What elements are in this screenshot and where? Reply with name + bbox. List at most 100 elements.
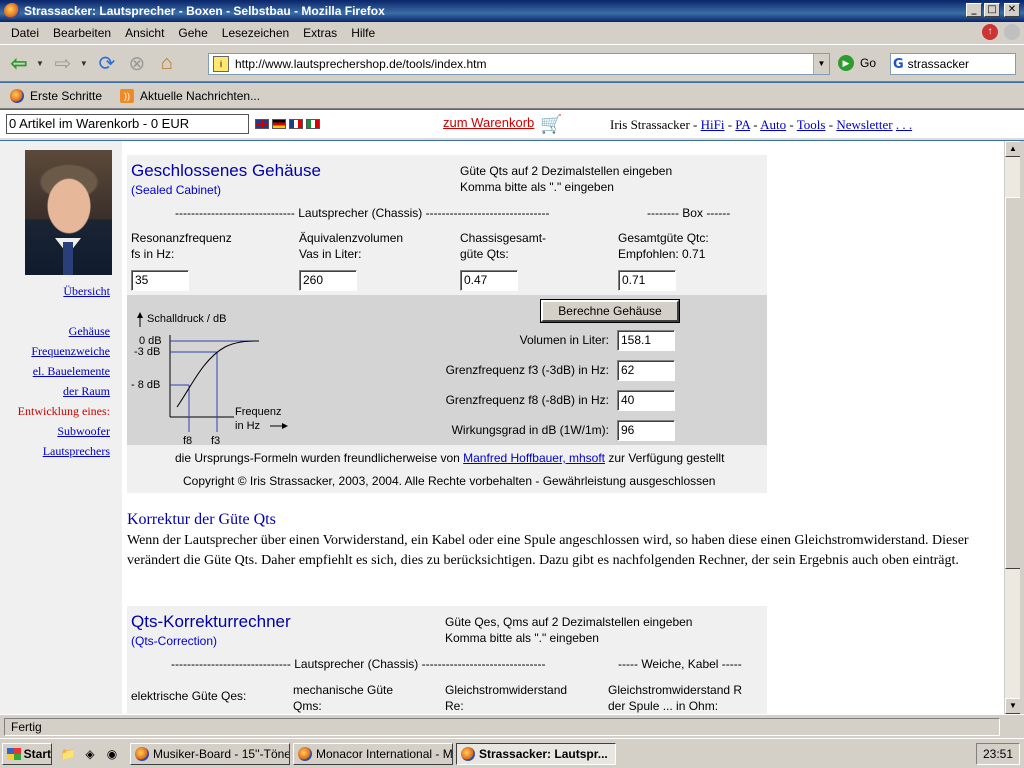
x-axis-arrowhead [282, 423, 288, 429]
author-photo [25, 150, 112, 275]
page-top-frame: 0 Artikel im Warenkorb - 0 EUR zum Waren… [0, 110, 1024, 140]
reload-icon[interactable]: ⟳ [94, 50, 120, 76]
bookmark-label: Aktuelle Nachrichten... [140, 88, 261, 103]
update-icon[interactable]: ↑ [982, 24, 998, 40]
back-arrow-icon[interactable]: ⇦ [6, 50, 32, 76]
task-label: Strassacker: Lautspr... [479, 747, 608, 761]
label-line: güte Qts: [460, 247, 509, 261]
sidebar-link-lautsprechers[interactable]: Lautsprechers [18, 441, 110, 461]
calculate-cabinet-button[interactable]: Berechne Gehäuse [540, 299, 680, 323]
nav-link-auto[interactable]: Auto [760, 117, 786, 132]
task-musiker-board[interactable]: Musiker-Board - 15''-Töne... [130, 743, 290, 765]
minimize-button[interactable]: _ [966, 3, 982, 17]
firefox-icon [298, 747, 312, 761]
note-line: Güte Qts auf 2 Dezimalstellen eingeben [460, 164, 673, 178]
stop-icon[interactable]: ⊗ [124, 50, 150, 76]
menu-datei[interactable]: Datei [4, 26, 46, 40]
label-line: fs in Hz: [131, 247, 175, 261]
credit-link-hoffbauer[interactable]: Manfred Hoffbauer, mhsoft [463, 451, 605, 465]
label-line: Gleichstromwiderstand R [608, 683, 743, 697]
firefox-quicklaunch-icon[interactable]: ◉ [104, 747, 120, 761]
shopping-cart-icon[interactable]: 🛒 [540, 114, 562, 134]
rss-icon: )) [120, 88, 135, 103]
back-dropdown-icon[interactable]: ▼ [36, 59, 44, 68]
task-monacor[interactable]: Monacor International - M... [293, 743, 453, 765]
frequency-response-diagram: Schalldruck / dB 0 dB -3 dB - 8 dB f8 f3… [131, 312, 288, 447]
sidebar-link-uebersicht[interactable]: Übersicht [63, 281, 110, 301]
menu-hilfe[interactable]: Hilfe [344, 26, 382, 40]
menu-extras[interactable]: Extras [296, 26, 344, 40]
result-label-f8: Grenzfrequenz f8 (-8dB) in Hz: [445, 393, 609, 407]
url-dropdown-icon[interactable]: ▼ [813, 54, 829, 74]
result-label-efficiency: Wirkungsgrad in dB (1W/1m): [451, 423, 609, 437]
folder-icon[interactable]: 📁 [60, 747, 76, 761]
url-input[interactable]: http://www.lautsprechershop.de/tools/ind… [235, 57, 813, 71]
calculator-title: Geschlossenes Gehäuse [131, 161, 321, 180]
cart-summary-field[interactable]: 0 Artikel im Warenkorb - 0 EUR [6, 114, 249, 134]
flag-de-icon[interactable] [272, 119, 286, 129]
menu-lesezeichen[interactable]: Lesezeichen [215, 26, 296, 40]
vertical-scrollbar[interactable]: ▲ ▼ [1004, 141, 1021, 714]
sidebar-heading-entwicklung: Entwicklung eines: [17, 404, 110, 418]
label-line: elektrische Güte Qes: [131, 689, 247, 703]
result-label-f3: Grenzfrequenz f3 (-3dB) in Hz: [445, 363, 609, 377]
flag-it-icon[interactable] [306, 119, 320, 129]
f3-output[interactable]: 62 [617, 360, 675, 381]
qtc-input[interactable]: 0.71 [618, 270, 676, 291]
scroll-up-icon[interactable]: ▲ [1005, 141, 1021, 157]
bookmark-aktuelle-nachrichten[interactable]: )) Aktuelle Nachrichten... [120, 88, 261, 103]
menu-bearbeiten[interactable]: Bearbeiten [46, 26, 118, 40]
task-strassacker[interactable]: Strassacker: Lautspr... [456, 743, 616, 765]
page-favicon-icon: i [213, 56, 229, 72]
credit-text: zur Verfügung gestellt [605, 451, 725, 465]
maximize-button[interactable]: □ [984, 3, 1000, 17]
forward-arrow-icon[interactable]: ⇨ [50, 50, 76, 76]
go-button[interactable]: ▶ Go [838, 55, 876, 71]
cart-link[interactable]: zum Warenkorb [443, 115, 534, 130]
efficiency-output[interactable]: 96 [617, 420, 675, 441]
label-3db: -3 dB [134, 346, 160, 358]
nav-link-more[interactable]: . . . [896, 117, 912, 132]
task-label: Musiker-Board - 15''-Töne... [153, 747, 290, 761]
quicklaunch-icon[interactable]: ◈ [82, 747, 98, 761]
qts-input[interactable]: 0.47 [460, 270, 518, 291]
menu-ansicht[interactable]: Ansicht [118, 26, 171, 40]
field-label-vas: Äquivalenzvolumen Vas in Liter: [299, 230, 403, 262]
field-label-qms: mechanische Güte Qms: [293, 682, 393, 714]
nav-link-hifi[interactable]: HiFi [701, 117, 725, 132]
flag-uk-icon[interactable] [255, 119, 269, 129]
nav-link-tools[interactable]: Tools [797, 117, 826, 132]
flag-fr-icon[interactable] [289, 119, 303, 129]
search-box[interactable]: G strassacker [890, 53, 1016, 75]
home-icon[interactable]: ⌂ [154, 50, 180, 76]
search-input[interactable]: strassacker [908, 57, 969, 71]
box-separator: -------- Box ------ [647, 206, 731, 220]
nav-link-pa[interactable]: PA [735, 117, 750, 132]
result-label-volume: Volumen in Liter: [519, 333, 609, 347]
menu-gehe[interactable]: Gehe [171, 26, 214, 40]
url-bar[interactable]: i http://www.lautsprechershop.de/tools/i… [208, 53, 830, 75]
fs-input[interactable]: 35 [131, 270, 189, 291]
forward-dropdown-icon[interactable]: ▼ [80, 59, 88, 68]
sidebar-link-gehaeuse[interactable]: Gehäuse [18, 321, 110, 341]
bookmarks-toolbar: Erste Schritte )) Aktuelle Nachrichten..… [0, 83, 1024, 109]
sidebar-link-subwoofer[interactable]: Subwoofer [18, 421, 110, 441]
start-button[interactable]: Start [2, 743, 52, 765]
close-button[interactable]: ✕ [1004, 3, 1020, 17]
label-f8: f8 [183, 435, 192, 447]
google-icon[interactable]: G [893, 57, 904, 72]
vas-input[interactable]: 260 [299, 270, 357, 291]
sidebar-link-bauelemente[interactable]: el. Bauelemente [18, 361, 110, 381]
sidebar-link-raum[interactable]: der Raum [18, 381, 110, 401]
scroll-down-icon[interactable]: ▼ [1005, 698, 1021, 714]
sidebar-link-frequenzweiche[interactable]: Frequenzweiche [18, 341, 110, 361]
section-title-korrektur: Korrektur der Güte Qts [127, 511, 276, 528]
scroll-thumb[interactable] [1005, 197, 1021, 569]
bookmark-erste-schritte[interactable]: Erste Schritte [10, 88, 102, 103]
nav-link-newsletter[interactable]: Newsletter [836, 117, 892, 132]
chassis-separator: ------------------------------ Lautsprec… [175, 206, 550, 220]
system-clock: 23:51 [976, 743, 1020, 765]
f8-output[interactable]: 40 [617, 390, 675, 411]
nav-separator: - [750, 117, 761, 132]
volume-output[interactable]: 158.1 [617, 330, 675, 351]
